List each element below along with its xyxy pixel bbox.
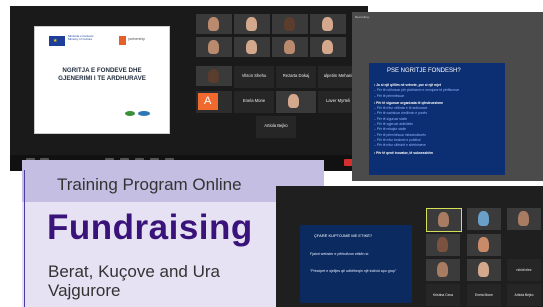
- eu-flag-icon: ★: [49, 36, 65, 46]
- slide-subbullet: Për të rritur besimin e publikut: [376, 137, 421, 142]
- participant-video[interactable]: [467, 259, 501, 281]
- slide-subbullet: Për të mbajtur stafin: [376, 127, 407, 132]
- banner-title: Fundraising: [47, 208, 253, 247]
- participant-name-tile[interactable]: Rezarta Dokaj: [276, 66, 316, 88]
- participant-video[interactable]: [196, 37, 232, 57]
- slide-bullet: Për të siguruar organizata të qëndrueshm…: [376, 100, 444, 105]
- banner-location-line1: Berat, Kuçove and Ura: [48, 262, 220, 281]
- participant-name-tile[interactable]: Enela Mone: [467, 284, 501, 306]
- slide-subbullet: Për të siguruar stafin: [376, 116, 408, 121]
- participant-face: [208, 17, 219, 31]
- slide-body: • Jo si një qëllim në vetvete, por si nj…: [374, 83, 460, 155]
- slide-bullet: Për të qenë inovator, të suksesshëm: [376, 150, 434, 155]
- participant-video[interactable]: [426, 208, 462, 232]
- slide-quote: "Principet e sjelljes që udhëheqin një i…: [310, 269, 397, 273]
- org1-line: Ministry of Culture: [68, 37, 93, 42]
- participant-face: [438, 212, 449, 227]
- participant-face: [478, 211, 489, 226]
- participant-video[interactable]: [467, 234, 501, 256]
- slide-title-line1: NGRITJA E FONDEVE DHE: [62, 67, 142, 74]
- partner-logo-icon: [119, 36, 126, 45]
- participant-video[interactable]: [310, 14, 346, 34]
- participant-face: [437, 262, 448, 277]
- banner-location-line2: Vajgurore: [48, 281, 121, 300]
- participant-name: Artiola Bejko: [264, 123, 288, 128]
- participant-video[interactable]: [272, 14, 308, 34]
- participant-video[interactable]: [196, 14, 232, 34]
- participant-name: Enela Mone: [242, 98, 266, 103]
- banner-subtitle: Training Program Online: [57, 175, 242, 194]
- org1-logo-text: Ministria e Kulturës Ministry of Culture: [68, 34, 94, 42]
- slide-subbullet: Për të zgjeruar aktivitetin: [376, 122, 414, 127]
- participant-name: Vilson Shehu: [241, 73, 267, 78]
- participant-name: Artiola Bejko: [514, 293, 534, 297]
- slide-subbullet: Për të rritur vëllimin e të ardhurave: [376, 106, 428, 111]
- footer-logo-icon: [125, 111, 135, 116]
- participant-name: rshidi elez: [516, 268, 532, 272]
- slide-title-line2: GJENERIMI I TE ARDHURAVE: [58, 75, 146, 82]
- slide-subbullet: Për të ndihmuar për plotësimin e nevojav…: [376, 88, 460, 93]
- participant-face: [284, 17, 295, 31]
- participant-video[interactable]: [507, 208, 541, 230]
- participant-video[interactable]: [310, 37, 346, 57]
- slide-subbullet: Për të vazhduar zhvillimin e punës: [376, 111, 427, 116]
- participant-video[interactable]: [272, 37, 308, 57]
- recording-indicator: Recording...: [355, 15, 372, 19]
- participant-name-tile[interactable]: Artiola Bejko: [507, 284, 541, 306]
- banner-accent-line: [24, 170, 25, 307]
- slide-line: Fjalori webster e përkufizon etikën si:: [310, 252, 370, 256]
- participant-face: [208, 40, 219, 54]
- avatar: A: [198, 93, 218, 110]
- participant-video[interactable]: [196, 66, 232, 86]
- shared-slide-ethics: ÇFARË KUPTOJMË ME ETIKË? Fjalori webster…: [300, 225, 412, 303]
- slide-title: NGRITJA E FONDEVE DHE GJENERIMI I TE ARD…: [41, 67, 163, 83]
- participant-video[interactable]: [467, 208, 501, 230]
- shared-slide-cover: ★ Ministria e Kulturës Ministry of Cultu…: [34, 26, 170, 134]
- participant-face: [246, 17, 257, 31]
- shared-slide-why-fundraising: PSE NGRITJE FONDESH? • Jo si një qëllim …: [369, 63, 505, 175]
- slide-title: PSE NGRITJE FONDESH?: [387, 68, 461, 74]
- participant-video[interactable]: [234, 14, 270, 34]
- participant-face: [288, 94, 299, 108]
- participant-face: [322, 40, 333, 54]
- participant-name: Rezarta Dokaj: [282, 73, 310, 78]
- participant-face: [322, 17, 333, 31]
- participant-face: [518, 211, 529, 226]
- participant-face: [246, 40, 257, 54]
- participant-video[interactable]: [426, 234, 460, 256]
- participant-name-tile[interactable]: Artiola Bejko: [256, 116, 296, 138]
- participant-name-tile[interactable]: Enela Mone: [234, 91, 274, 113]
- slide-subbullet: Për të përmirësuar: [376, 93, 405, 98]
- participant-name-tile[interactable]: Vilson Shehu: [234, 66, 274, 88]
- slide-subbullet: Për të rritur cilësinë e shërbimeve: [376, 143, 426, 148]
- participant-avatar-tile[interactable]: A: [196, 91, 232, 113]
- participant-name: Kristina Ceca: [432, 293, 454, 297]
- participant-name-tile[interactable]: rshidi elez: [507, 259, 541, 281]
- slide-bullet: Jo si një qëllim në vetvete, por si një …: [376, 83, 441, 87]
- participant-name: Enela Mone: [474, 293, 494, 297]
- zoom-window-top-left: ★ Ministria e Kulturës Ministry of Cultu…: [10, 6, 368, 171]
- participant-face: [478, 262, 489, 277]
- avatar-letter: A: [204, 95, 212, 107]
- slide-title: ÇFARË KUPTOJMË ME ETIKË?: [314, 233, 373, 238]
- participant-video[interactable]: [426, 259, 460, 281]
- participant-face: [208, 69, 219, 83]
- slide-subbullet: Për të përmirësuar infrastrukturën: [376, 132, 427, 137]
- participant-face: [478, 237, 489, 252]
- participant-face: [284, 40, 295, 54]
- org2-logo-text: partnership: [128, 37, 145, 41]
- participant-video[interactable]: [234, 37, 270, 57]
- footer-logo-icon: [138, 111, 150, 116]
- participant-video[interactable]: [276, 91, 316, 113]
- participant-name-tile[interactable]: Kristina Ceca: [426, 284, 460, 306]
- participant-face: [437, 237, 448, 252]
